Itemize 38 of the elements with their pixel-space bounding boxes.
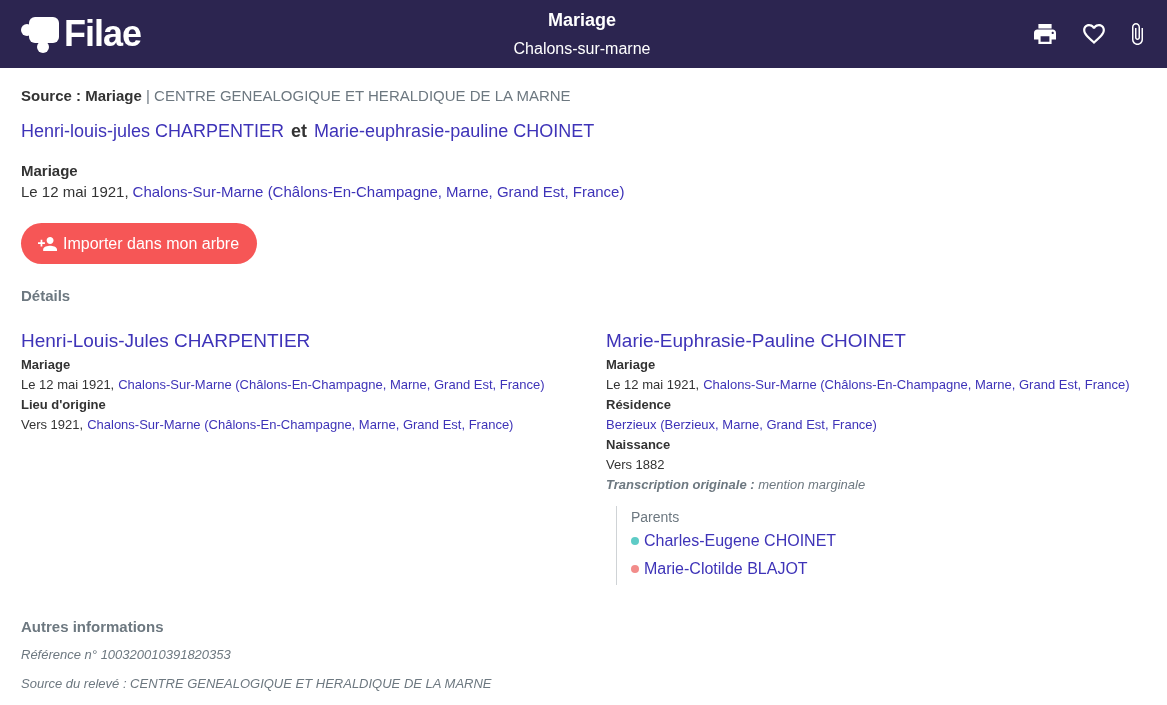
spouse-link[interactable]: Marie-euphrasie-pauline CHOINET (314, 120, 595, 142)
person-name-link[interactable]: Henri-Louis-Jules CHARPENTIER (21, 330, 311, 352)
parent-link[interactable]: Marie-Clotilde BLAJOT (644, 559, 808, 579)
heart-icon[interactable] (1083, 24, 1105, 44)
puzzle-piece-icon (21, 15, 61, 53)
page-subtitle: Chalons-sur-marne (513, 39, 651, 59)
date-text: Vers 1882 (606, 456, 665, 474)
fact-label: Résidence (606, 396, 672, 414)
place-link[interactable]: Chalons-Sur-Marne (Châlons-En-Champagne, Marne, Grand Est, France) (118, 375, 545, 395)
fact-label: Naissance (606, 436, 671, 454)
source-line: Source : Mariage | CENTRE GENEALOGIQUE ET HERALDIQUE DE LA MARNE (21, 87, 572, 105)
parent-link[interactable]: Charles-Eugene CHOINET (644, 531, 837, 551)
event-label: Mariage (21, 161, 79, 181)
conjunction-text: et (291, 120, 308, 142)
info-line: Référence n° 100320010391820353 (21, 646, 232, 664)
fact-label: Lieu d'origine (21, 396, 106, 414)
person-name-link[interactable]: Marie-Euphrasie-Pauline CHOINET (606, 330, 906, 352)
place-link[interactable]: Chalons-Sur-Marne (Châlons-En-Champagne, Marne, Grand Est, France) (703, 375, 1130, 395)
date-text: Le 12 mai 1921, (606, 376, 700, 394)
date-text: Vers 1921, (21, 416, 84, 434)
place-link[interactable]: Berzieux (Berzieux, Marne, Grand Est, France) (606, 415, 877, 435)
info-line: Source du relevé : CENTRE GENEALOGIQUE ET HERALDIQUE DE LA MARNE (21, 675, 493, 693)
page-title: Mariage (547, 9, 617, 31)
print-icon[interactable] (1034, 24, 1056, 44)
paperclip-icon[interactable] (1132, 23, 1143, 45)
parents-heading: Parents (631, 508, 681, 527)
transcription-note: Transcription originale : mention marginale (606, 476, 866, 494)
fact-label: Mariage (21, 356, 71, 374)
place-link[interactable]: Chalons-Sur-Marne (Châlons-En-Champagne, Marne, Grand Est, France) (132, 181, 625, 202)
person-add-icon (38, 236, 57, 251)
logo-wordmark[interactable]: Filae (64, 14, 142, 54)
place-link[interactable]: Chalons-Sur-Marne (Châlons-En-Champagne, Marne, Grand Est, France) (87, 415, 514, 435)
fact-label: Mariage (606, 356, 656, 374)
spouse-link[interactable]: Henri-louis-jules CHARPENTIER (21, 120, 285, 142)
date-text: Le 12 mai 1921, (21, 376, 115, 394)
section-heading: Détails (21, 287, 72, 305)
date-text: Le 12 mai 1921, (21, 182, 129, 202)
section-heading: Autres informations (21, 618, 165, 636)
